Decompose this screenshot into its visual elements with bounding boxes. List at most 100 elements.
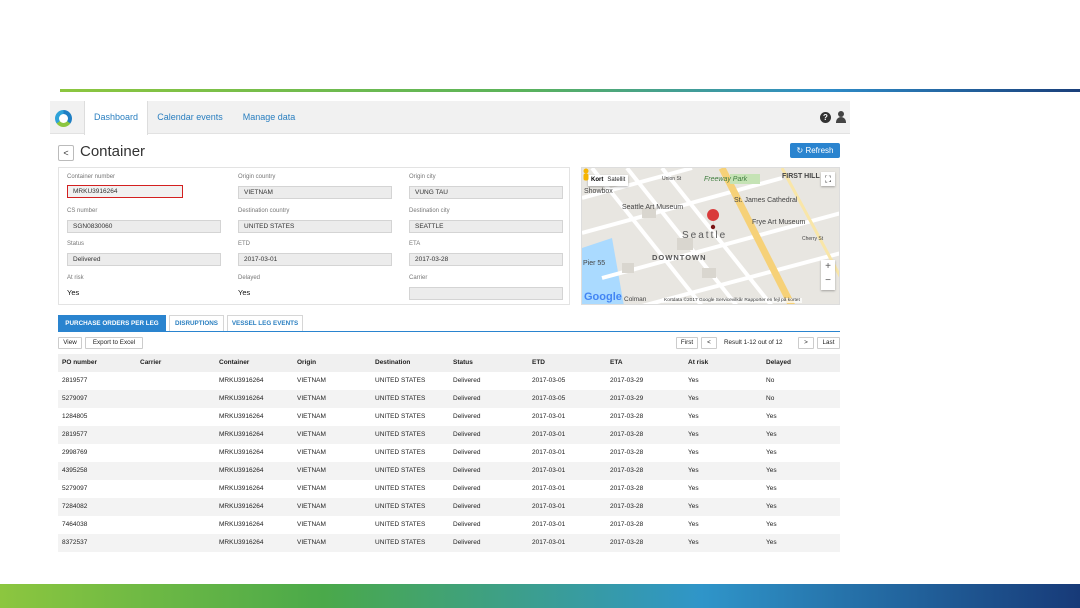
cell-destination: UNITED STATES xyxy=(375,377,426,384)
col-origin[interactable]: Origin xyxy=(297,354,316,372)
map-credits[interactable]: Kortdata ©2017 Google Servicevilkår Rapp… xyxy=(662,298,802,303)
destination-city-field[interactable]: SEATTLE xyxy=(409,220,563,233)
map-label-first-hill: FIRST HILL xyxy=(782,173,820,180)
tab-manage-data[interactable]: Manage data xyxy=(234,101,304,134)
table-row[interactable]: 2819577 MRKU3916264 VIETNAM UNITED STATES De… xyxy=(58,426,840,444)
table-row[interactable]: 5279097 MRKU3916264 VIETNAM UNITED STATES De… xyxy=(58,480,840,498)
refresh-icon: ↻ xyxy=(796,146,804,155)
view-button[interactable]: View xyxy=(58,337,82,349)
cell-po-number: 8372537 xyxy=(62,539,88,546)
cell-delayed: Yes xyxy=(766,413,777,420)
map-label-cherry-st: Cherry St xyxy=(802,236,824,242)
zoom-control: + − xyxy=(821,260,835,290)
col-po-number[interactable]: PO number xyxy=(62,354,97,372)
col-container[interactable]: Container xyxy=(219,354,249,372)
table-row[interactable]: 5279097 MRKU3916264 VIETNAM UNITED STATES De… xyxy=(58,390,840,408)
cell-origin: VIETNAM xyxy=(297,485,326,492)
eta-label: ETA xyxy=(409,241,421,247)
table-row[interactable]: 2819577 MRKU3916264 VIETNAM UNITED STATES De… xyxy=(58,372,840,390)
slide-top-rule xyxy=(60,89,1080,92)
tab-vessel-leg-events[interactable]: VESSEL LEG EVENTS xyxy=(227,315,303,331)
location-map[interactable]: Kort Satellit Freeway Park FIRST HILL Uni… xyxy=(581,167,840,305)
cell-destination: UNITED STATES xyxy=(375,539,426,546)
map-label-frye: Frye Art Museum xyxy=(752,219,806,226)
cell-container: MRKU3916264 xyxy=(219,395,264,402)
cell-origin: VIETNAM xyxy=(297,539,326,546)
zoom-out-icon[interactable]: − xyxy=(821,274,835,288)
cell-status: Delivered xyxy=(453,377,481,384)
origin-city-field[interactable]: VUNG TAU xyxy=(409,186,563,199)
col-etd[interactable]: ETD xyxy=(532,354,545,372)
fullscreen-icon[interactable]: ⛶ xyxy=(821,172,835,186)
container-number-field[interactable]: MRKU3916264 xyxy=(67,185,183,198)
map-type-satellite[interactable]: Satellit xyxy=(607,177,625,183)
help-icon[interactable]: ? xyxy=(820,112,831,123)
col-carrier[interactable]: Carrier xyxy=(140,354,161,372)
app-logo-icon[interactable] xyxy=(55,110,72,127)
col-status[interactable]: Status xyxy=(453,354,473,372)
etd-field[interactable]: 2017-03-01 xyxy=(238,253,392,266)
tab-dashboard[interactable]: Dashboard xyxy=(84,101,148,135)
table-row[interactable]: 8372537 MRKU3916264 VIETNAM UNITED STATES De… xyxy=(58,534,840,552)
map-label-freeway-park: Freeway Park xyxy=(704,176,748,183)
destination-country-field[interactable]: UNITED STATES xyxy=(238,220,392,233)
export-to-excel-button[interactable]: Export to Excel xyxy=(85,337,143,349)
origin-country-field[interactable]: VIETNAM xyxy=(238,186,392,199)
cell-po-number: 5279097 xyxy=(62,485,88,492)
cell-destination: UNITED STATES xyxy=(375,431,426,438)
user-icon[interactable] xyxy=(836,111,846,124)
col-delayed[interactable]: Delayed xyxy=(766,354,791,372)
pager-next-button[interactable]: > xyxy=(798,337,814,349)
cs-number-label: CS number xyxy=(67,208,98,214)
tab-disruptions[interactable]: DISRUPTIONS xyxy=(169,315,224,331)
cell-status: Delivered xyxy=(453,467,481,474)
cell-origin: VIETNAM xyxy=(297,449,326,456)
pager-prev-button[interactable]: < xyxy=(701,337,717,349)
table-row[interactable]: 1284805 MRKU3916264 VIETNAM UNITED STATES De… xyxy=(58,408,840,426)
table-row[interactable]: 2998769 MRKU3916264 VIETNAM UNITED STATES De… xyxy=(58,444,840,462)
delayed-value: Yes xyxy=(238,288,251,297)
cell-container: MRKU3916264 xyxy=(219,467,264,474)
cell-status: Delivered xyxy=(453,431,481,438)
cell-etd: 2017-03-01 xyxy=(532,485,566,492)
pegman-icon[interactable] xyxy=(582,168,590,182)
back-button[interactable]: < xyxy=(58,145,74,161)
cell-po-number: 4395258 xyxy=(62,467,88,474)
col-at-risk[interactable]: At risk xyxy=(688,354,708,372)
at-risk-label: At risk xyxy=(67,275,84,281)
cell-status: Delivered xyxy=(453,395,481,402)
col-eta[interactable]: ETA xyxy=(610,354,623,372)
tab-purchase-orders-per-leg[interactable]: PURCHASE ORDERS PER LEG xyxy=(58,315,166,331)
tab-calendar-events[interactable]: Calendar events xyxy=(150,101,230,134)
cell-container: MRKU3916264 xyxy=(219,485,264,492)
map-type-toggle[interactable]: Kort Satellit xyxy=(588,175,629,186)
cell-delayed: No xyxy=(766,377,775,384)
table-row[interactable]: 7284082 MRKU3916264 VIETNAM UNITED STATES De… xyxy=(58,498,840,516)
cell-container: MRKU3916264 xyxy=(219,377,264,384)
status-field[interactable]: Delivered xyxy=(67,253,221,266)
table-row[interactable]: 7464038 MRKU3916264 VIETNAM UNITED STATES De… xyxy=(58,516,840,534)
eta-field[interactable]: 2017-03-28 xyxy=(409,253,563,266)
cell-origin: VIETNAM xyxy=(297,377,326,384)
carrier-field[interactable] xyxy=(409,287,563,300)
at-risk-value: Yes xyxy=(67,288,80,297)
purchase-orders-table: PO number Carrier Container Origin Desti… xyxy=(58,354,840,552)
pager-first-button[interactable]: First xyxy=(676,337,698,349)
cell-origin: VIETNAM xyxy=(297,467,326,474)
cell-eta: 2017-03-28 xyxy=(610,521,644,528)
cs-number-field[interactable]: SGN0830060 xyxy=(67,220,221,233)
pager-last-button[interactable]: Last xyxy=(817,337,840,349)
container-details-panel: Container number MRKU3916264 Origin coun… xyxy=(58,167,570,305)
table-row[interactable]: 4395258 MRKU3916264 VIETNAM UNITED STATES De… xyxy=(58,462,840,480)
col-destination[interactable]: Destination xyxy=(375,354,410,372)
refresh-button[interactable]: ↻ Refresh xyxy=(790,143,840,158)
cell-origin: VIETNAM xyxy=(297,413,326,420)
cell-destination: UNITED STATES xyxy=(375,449,426,456)
cell-etd: 2017-03-01 xyxy=(532,521,566,528)
zoom-in-icon[interactable]: + xyxy=(821,260,835,274)
container-number-label: Container number xyxy=(67,174,116,180)
map-type-map[interactable]: Kort xyxy=(591,177,603,183)
app-window: Dashboard Calendar events Manage data ? … xyxy=(50,101,850,553)
cell-delayed: Yes xyxy=(766,521,777,528)
cell-origin: VIETNAM xyxy=(297,395,326,402)
